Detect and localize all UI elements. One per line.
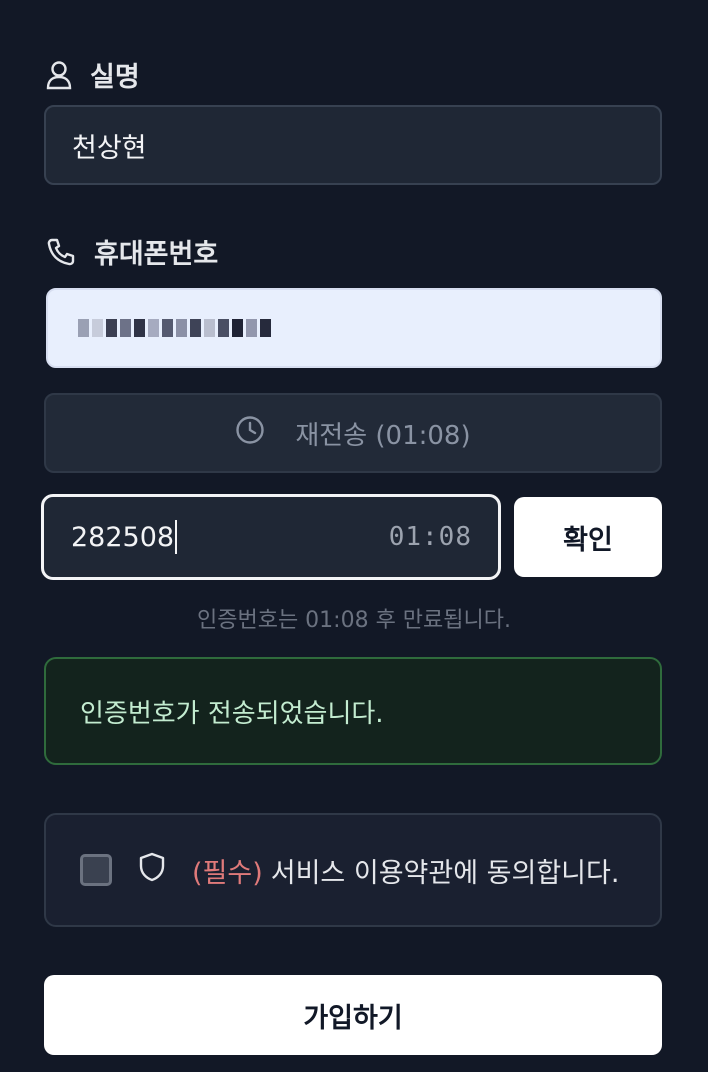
terms-checkbox[interactable] — [80, 854, 112, 886]
expire-note: 인증번호는 01:08 후 만료됩니다. — [196, 608, 511, 633]
phone-icon — [46, 237, 76, 267]
phone-masked-value — [78, 319, 271, 337]
name-value: 천상현 — [72, 132, 147, 164]
confirm-label: 확인 — [563, 524, 613, 556]
text-caret — [175, 520, 178, 554]
success-message: 인증번호가 전송되었습니다. — [80, 698, 384, 729]
resend-label: 재전송 (01:08) — [295, 420, 471, 451]
code-value: 282508 — [71, 521, 175, 553]
phone-label-row: 휴대폰번호 — [46, 232, 218, 271]
phone-input[interactable] — [46, 288, 662, 368]
confirm-button[interactable]: 확인 — [514, 497, 662, 577]
phone-label: 휴대폰번호 — [94, 239, 219, 270]
name-label-row: 실명 — [46, 55, 140, 94]
verification-code-input[interactable]: 282508 01:08 — [41, 494, 501, 580]
clock-icon — [235, 415, 265, 452]
name-input[interactable]: 천상현 — [44, 105, 662, 185]
resend-button[interactable]: 재전송 (01:08) — [44, 393, 662, 473]
signup-button[interactable]: 가입하기 — [44, 975, 662, 1055]
shield-icon — [138, 852, 166, 889]
terms-label: 서비스 이용약관에 동의합니다. — [270, 857, 620, 889]
user-icon — [46, 60, 72, 90]
terms-text: (필수) 서비스 이용약관에 동의합니다. — [192, 851, 619, 890]
signup-label: 가입하기 — [303, 1002, 403, 1034]
code-value-wrap: 282508 — [71, 520, 178, 554]
name-label: 실명 — [90, 62, 140, 93]
success-alert: 인증번호가 전송되었습니다. — [44, 657, 662, 765]
code-timer: 01:08 — [388, 522, 472, 552]
required-tag: (필수) — [192, 857, 263, 889]
terms-agreement: (필수) 서비스 이용약관에 동의합니다. — [44, 813, 662, 927]
